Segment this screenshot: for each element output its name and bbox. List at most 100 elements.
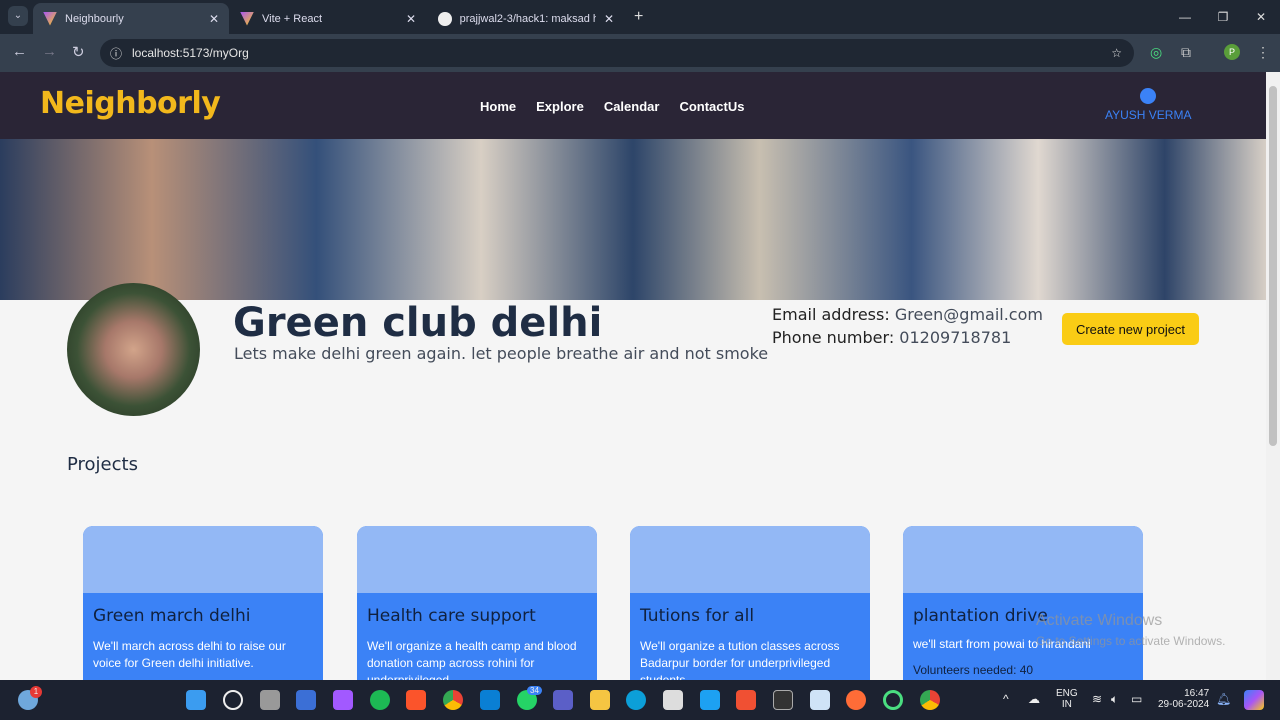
project-image <box>903 526 1143 593</box>
vite-icon <box>240 11 254 26</box>
postman-icon[interactable] <box>846 690 866 710</box>
notepad-icon[interactable] <box>810 690 830 710</box>
create-project-button[interactable]: Create new project <box>1062 313 1199 345</box>
url-text: localhost:5173/myOrg <box>132 46 249 60</box>
bookmark-star-icon[interactable]: ☆ <box>1111 46 1122 60</box>
copilot-icon[interactable] <box>1244 690 1264 710</box>
edge-icon[interactable] <box>626 690 646 710</box>
url-input[interactable]: ⓘ localhost:5173/myOrg ☆ <box>100 39 1134 67</box>
user-menu[interactable]: AYUSH VERMA <box>1105 88 1191 122</box>
volume-icon[interactable]: 🔈︎ <box>1111 692 1118 707</box>
project-image <box>630 526 870 593</box>
onedrive-icon[interactable]: ☁ <box>1028 692 1040 706</box>
close-tab-icon[interactable]: ✕ <box>604 12 614 26</box>
site-header: Neighborly Home Explore Calendar Contact… <box>0 72 1266 139</box>
whatsapp-badge: 34 <box>527 686 542 695</box>
battery-icon[interactable]: ▭ <box>1131 692 1142 706</box>
search-icon[interactable] <box>223 690 243 710</box>
task-view-icon[interactable] <box>260 690 280 710</box>
project-image <box>83 526 323 593</box>
profile-avatar[interactable]: P <box>1224 44 1240 60</box>
project-title: Health care support <box>367 606 536 626</box>
email-value: Green@gmail.com <box>894 305 1043 324</box>
project-card[interactable]: Tutions for all We'll organize a tution c… <box>630 526 870 680</box>
tab-title: Neighbourly <box>65 12 124 25</box>
powershell-icon[interactable] <box>296 690 316 710</box>
tab-neighbourly[interactable]: Neighbourly ✕ <box>33 3 229 34</box>
vite-icon <box>43 11 57 26</box>
chrome-icon[interactable] <box>443 690 463 710</box>
org-name: Green club delhi <box>233 300 603 346</box>
weather-badge: 1 <box>30 686 42 698</box>
tab-search-icon[interactable]: ⌄ <box>8 6 28 26</box>
user-name: AYUSH VERMA <box>1105 108 1192 122</box>
terminal-icon[interactable] <box>773 690 793 710</box>
close-window-icon[interactable]: ✕ <box>1242 0 1280 34</box>
tray-chevron-icon[interactable]: ^ <box>1003 692 1009 706</box>
notification-bell-icon[interactable]: 🔔︎ <box>1216 692 1231 706</box>
project-image <box>357 526 597 593</box>
project-card[interactable]: Green march delhi We'll march across delh… <box>83 526 323 680</box>
project-description: We'll organize a health camp and blood d… <box>367 639 577 680</box>
tab-title: prajjwal2-3/hack1: maksad hasi <box>459 12 596 25</box>
page-scrollbar[interactable] <box>1266 72 1280 680</box>
extension-icon[interactable]: ◎ <box>1150 44 1162 61</box>
phone-value: 01209718781 <box>899 328 1012 347</box>
close-tab-icon[interactable]: ✕ <box>406 12 416 26</box>
project-card[interactable]: plantation drive we'll start from powai t… <box>903 526 1143 680</box>
email-label: Email address: <box>772 305 890 324</box>
main-nav: Home Explore Calendar ContactUs <box>480 99 744 114</box>
nav-home[interactable]: Home <box>480 99 516 114</box>
back-icon[interactable]: ← <box>12 43 27 60</box>
git-icon[interactable] <box>736 690 756 710</box>
org-description: Lets make delhi green again. let people … <box>234 344 769 363</box>
reload-icon[interactable]: ↻ <box>72 43 85 61</box>
clock[interactable]: 16:47 29-06-2024 <box>1158 688 1209 710</box>
language-indicator[interactable]: ENG IN <box>1056 688 1078 710</box>
spotify-icon[interactable] <box>370 690 390 710</box>
nav-calendar[interactable]: Calendar <box>604 99 660 114</box>
app-icon[interactable] <box>883 690 903 710</box>
forward-icon[interactable]: → <box>42 43 57 60</box>
wifi-icon[interactable]: ≋ <box>1092 692 1102 706</box>
user-icon <box>1140 88 1157 104</box>
scrollbar-thumb[interactable] <box>1269 86 1277 446</box>
org-contact: Email address: Green@gmail.com Phone num… <box>772 303 1043 349</box>
address-bar-row: ← → ↻ ⓘ localhost:5173/myOrg ☆ ◎ ⧉ P ⋮ <box>0 34 1280 72</box>
nav-contactus[interactable]: ContactUs <box>679 99 744 114</box>
extensions-puzzle-icon[interactable]: ⧉ <box>1181 44 1191 61</box>
org-avatar <box>67 283 200 416</box>
projects-heading: Projects <box>67 454 138 475</box>
site-info-icon[interactable]: ⓘ <box>110 45 122 62</box>
teams-icon[interactable] <box>553 690 573 710</box>
nav-explore[interactable]: Explore <box>536 99 584 114</box>
logo[interactable]: Neighborly <box>40 86 221 121</box>
minimize-icon[interactable]: — <box>1166 0 1204 34</box>
tab-title: Vite + React <box>262 12 323 25</box>
project-title: Tutions for all <box>640 606 755 626</box>
store-icon[interactable] <box>663 690 683 710</box>
twitter-icon[interactable] <box>700 690 720 710</box>
vscode-icon[interactable] <box>480 690 500 710</box>
github-icon <box>438 11 452 26</box>
web-page: Neighborly Home Explore Calendar Contact… <box>0 72 1266 680</box>
figma-icon[interactable] <box>333 690 353 710</box>
close-tab-icon[interactable]: ✕ <box>209 12 219 26</box>
file-explorer-icon[interactable] <box>590 690 610 710</box>
volunteers-needed: Volunteers needed: 40 <box>913 663 1034 677</box>
project-description: We'll march across delhi to raise our vo… <box>93 639 286 670</box>
brave-icon[interactable] <box>406 690 426 710</box>
tab-github[interactable]: prajjwal2-3/hack1: maksad hasi ✕ <box>428 3 624 34</box>
project-title: Green march delhi <box>93 606 251 626</box>
chrome-icon[interactable] <box>920 690 940 710</box>
project-card[interactable]: Health care support We'll organize a heal… <box>357 526 597 680</box>
tab-vite-react[interactable]: Vite + React ✕ <box>230 3 426 34</box>
cover-image <box>0 139 1266 300</box>
maximize-icon[interactable]: ❐ <box>1204 0 1242 34</box>
windows-taskbar: 1 34 ^ ☁ ENG IN ≋ 🔈︎ ▭ 16:47 29-06-2024 🔔︎ <box>0 680 1280 720</box>
activate-windows-watermark: Activate Windows Go to Settings to activa… <box>1036 612 1226 648</box>
project-description: We'll organize a tution classes across B… <box>640 639 840 680</box>
new-tab-icon[interactable]: + <box>634 8 643 26</box>
menu-icon[interactable]: ⋮ <box>1256 44 1270 61</box>
windows-start-icon[interactable] <box>186 690 206 710</box>
